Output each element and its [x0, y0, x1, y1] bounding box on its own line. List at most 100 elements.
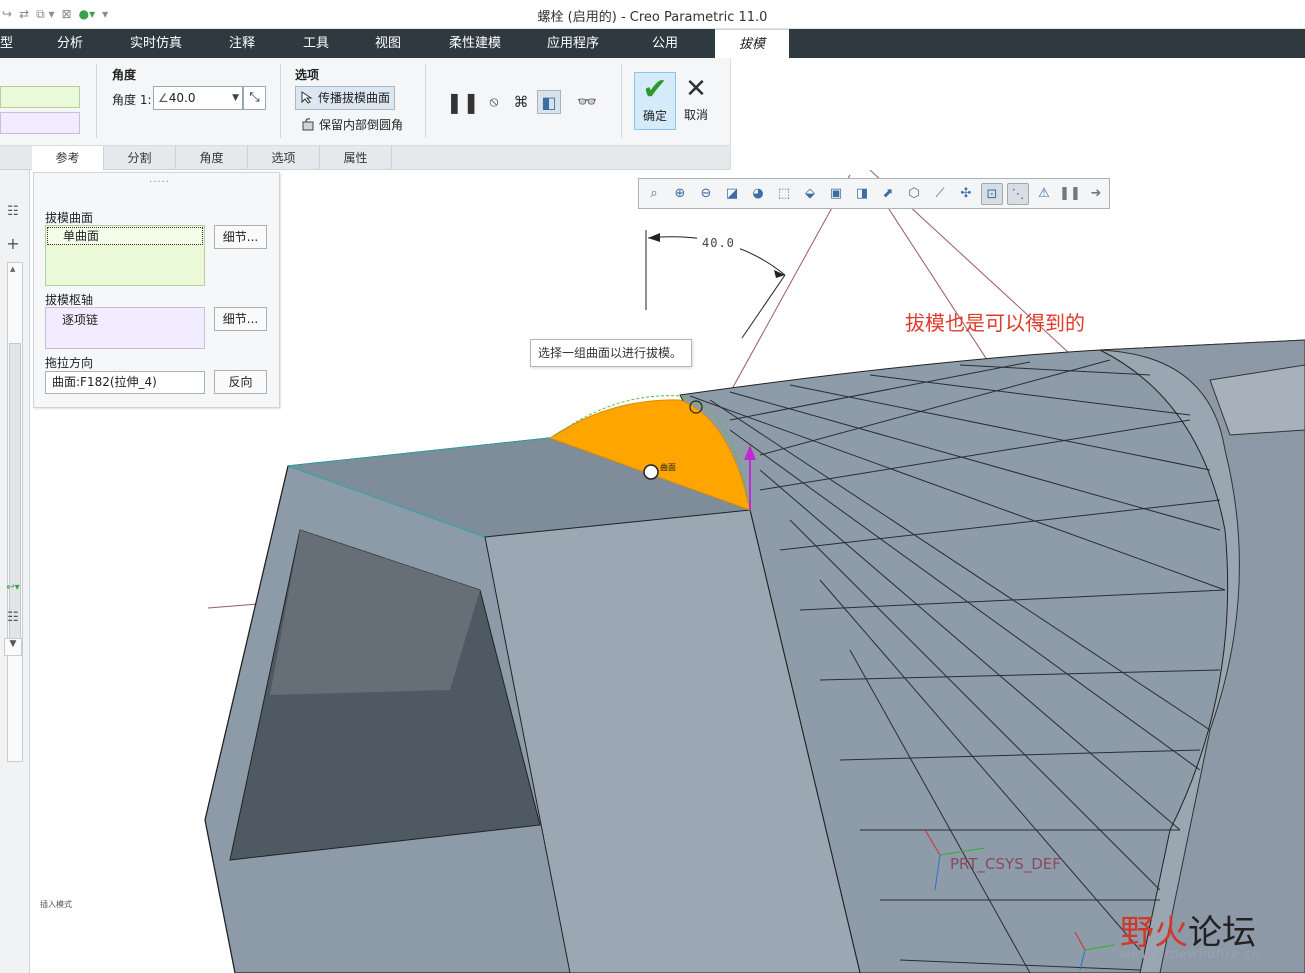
verify-glasses-icon[interactable]: 👓: [572, 90, 602, 114]
watermark-url: www.proewildfire.cn: [1120, 947, 1261, 961]
cancel-label: 取消: [683, 108, 708, 122]
tab-model[interactable]: 型: [0, 29, 13, 58]
keep-round-icon: [302, 118, 314, 131]
surface-tag: 曲面: [660, 463, 676, 472]
zoom-out-icon[interactable]: ⊖: [695, 183, 717, 205]
hinge-item[interactable]: 逐项链: [46, 308, 204, 328]
title-bar: ↪ ⇄ ⧉ ▾ ⊠ ●▾ ▾ 螺栓 (启用的) - Creo Parametri…: [0, 0, 1305, 29]
hinge-collector[interactable]: 逐项链: [45, 307, 205, 349]
tab-angles[interactable]: 角度: [176, 146, 248, 170]
ribbon-separator: [96, 64, 97, 138]
preview-mesh-icon[interactable]: ⌘: [509, 90, 533, 114]
axis-display-icon[interactable]: ⋱: [1007, 183, 1029, 205]
angle-dimension[interactable]: 40.0: [697, 236, 740, 250]
flip-pull-direction-button[interactable]: 反向: [214, 370, 267, 394]
ribbon-separator: [280, 64, 281, 138]
ribbon-draft-surface-collector[interactable]: [0, 86, 80, 108]
annotation-display-icon[interactable]: ⬈: [877, 183, 899, 205]
ribbon-blank-area: [730, 58, 1305, 170]
angle1-input[interactable]: ∠40.0 ▼: [153, 86, 243, 110]
tab-live-simulation[interactable]: 实时仿真: [130, 29, 182, 58]
propagate-icon: [301, 91, 313, 104]
ribbon-separator: [621, 64, 622, 138]
hinge-details-button[interactable]: 细节...: [214, 307, 267, 331]
tab-utilities[interactable]: 公用: [652, 29, 678, 58]
options-group-label: 选项: [295, 68, 320, 82]
tab-analysis[interactable]: 分析: [57, 29, 83, 58]
insert-arrow-icon[interactable]: ↩▾: [4, 582, 22, 600]
draft-surfaces-item[interactable]: 单曲面: [47, 227, 203, 245]
graphics-toolbar: ⌕ ⊕ ⊖ ◪ ◕ ⬚ ⬙ ▣ ◨ ⬈ ⬡ ⟋ ✣ ⊡ ⋱ ⚠ ❚❚ ➜: [638, 178, 1110, 209]
flip-angle-button[interactable]: ⤡: [243, 86, 266, 110]
tab-view[interactable]: 视图: [375, 29, 401, 58]
plane-display-icon[interactable]: ⟋: [929, 183, 951, 205]
model-tree-strip: ☷ + ▲ ↩▾ ☷ ▼: [0, 170, 30, 973]
datum-display-icon[interactable]: ⬡: [903, 183, 925, 205]
tab-tools[interactable]: 工具: [303, 29, 329, 58]
drag-handle: [643, 464, 659, 480]
display-style-icon[interactable]: ◕: [747, 183, 769, 205]
close-icon: ✕: [685, 74, 707, 104]
tab-draft[interactable]: 拔模: [715, 29, 789, 58]
tab-annotate[interactable]: 注释: [229, 29, 255, 58]
ribbon-hinge-collector[interactable]: [0, 112, 80, 134]
layer-tree-icon[interactable]: ☷: [4, 610, 22, 628]
annotation-text: 拔模也是可以得到的: [905, 311, 1085, 335]
refit-icon[interactable]: ⌕: [643, 183, 665, 205]
view-manager-icon[interactable]: ⬙: [799, 183, 821, 205]
saved-orientation-icon[interactable]: ⬚: [773, 183, 795, 205]
dropdown-icon[interactable]: ▼: [4, 638, 22, 656]
pause-animation-icon[interactable]: ❚❚: [1059, 183, 1081, 205]
next-icon[interactable]: ➜: [1085, 183, 1107, 205]
csys-display-icon[interactable]: ✣: [955, 183, 977, 205]
ok-button[interactable]: ✔ 确定: [634, 72, 676, 130]
angle1-value: 40.0: [168, 91, 196, 105]
references-panel: ..... 拔模曲面 单曲面 细节... 拔模枢轴 逐项链 细节... 拖拉方向…: [33, 172, 280, 408]
add-icon[interactable]: +: [4, 234, 22, 253]
perspective-view-icon[interactable]: ▣: [825, 183, 847, 205]
spin-center-icon[interactable]: ⚠: [1033, 183, 1055, 205]
hinge-label: 拔模枢轴: [45, 293, 94, 307]
checkmark-icon: ✔: [642, 72, 668, 107]
window-title: 螺栓 (启用的) - Creo Parametric 11.0: [537, 10, 768, 25]
panel-grip[interactable]: .....: [149, 174, 170, 185]
draft-surfaces-collector[interactable]: 单曲面: [45, 225, 205, 286]
dim-arrow-left: [648, 233, 660, 242]
dim-extension-2: [741, 274, 786, 339]
no-preview-icon[interactable]: ⦸: [482, 90, 506, 114]
scroll-up-icon[interactable]: ▲: [10, 265, 20, 273]
draft-surfaces-details-button[interactable]: 细节...: [214, 225, 267, 249]
angle-icon: ∠: [158, 91, 169, 105]
section-icon[interactable]: ◨: [851, 183, 873, 205]
draft-surfaces-label: 拔模曲面: [45, 211, 94, 225]
tab-applications[interactable]: 应用程序: [547, 29, 599, 58]
keep-internal-round-toggle[interactable]: 保留内部倒圆角: [297, 114, 407, 138]
angle-group-label: 角度: [112, 68, 137, 82]
insert-mode-text: 插入模式: [40, 900, 72, 909]
tree-scrollbar[interactable]: ▲: [7, 262, 23, 762]
ok-label: 确定: [642, 109, 667, 123]
point-display-icon[interactable]: ⊡: [981, 183, 1003, 205]
tab-references[interactable]: 参考: [32, 146, 104, 170]
pull-direction-label: 拖拉方向: [45, 356, 94, 370]
tab-splits[interactable]: 分割: [104, 146, 176, 170]
propagate-label: 传播拔模曲面: [318, 91, 391, 105]
pause-icon[interactable]: ❚❚: [446, 90, 480, 114]
dashboard-tabs: 参考 分割 角度 选项 属性: [0, 146, 730, 170]
tab-flexible-modeling[interactable]: 柔性建模: [449, 29, 501, 58]
chevron-down-icon[interactable]: ▼: [232, 87, 239, 109]
keep-round-label: 保留内部倒圆角: [319, 118, 404, 132]
cancel-button[interactable]: ✕ 取消: [678, 72, 714, 130]
tab-options[interactable]: 选项: [248, 146, 320, 170]
zoom-in-icon[interactable]: ⊕: [669, 183, 691, 205]
feature-preview-icon[interactable]: ◧: [537, 90, 561, 114]
menu-bar: 型 分析 实时仿真 注释 工具 视图 柔性建模 应用程序 公用 拔模: [0, 29, 1305, 58]
tab-properties[interactable]: 属性: [320, 146, 392, 170]
propagate-draft-surface-toggle[interactable]: 传播拔模曲面: [295, 86, 395, 110]
repaint-icon[interactable]: ◪: [721, 183, 743, 205]
pull-direction-collector[interactable]: 曲面:F182(拉伸_4): [45, 371, 205, 394]
ribbon-separator: [425, 64, 426, 138]
flip-direction-icon: ⤡: [249, 90, 260, 105]
csys-label: PRT_CSYS_DEF: [950, 855, 1061, 873]
tree-settings-icon[interactable]: ☷: [4, 204, 22, 222]
